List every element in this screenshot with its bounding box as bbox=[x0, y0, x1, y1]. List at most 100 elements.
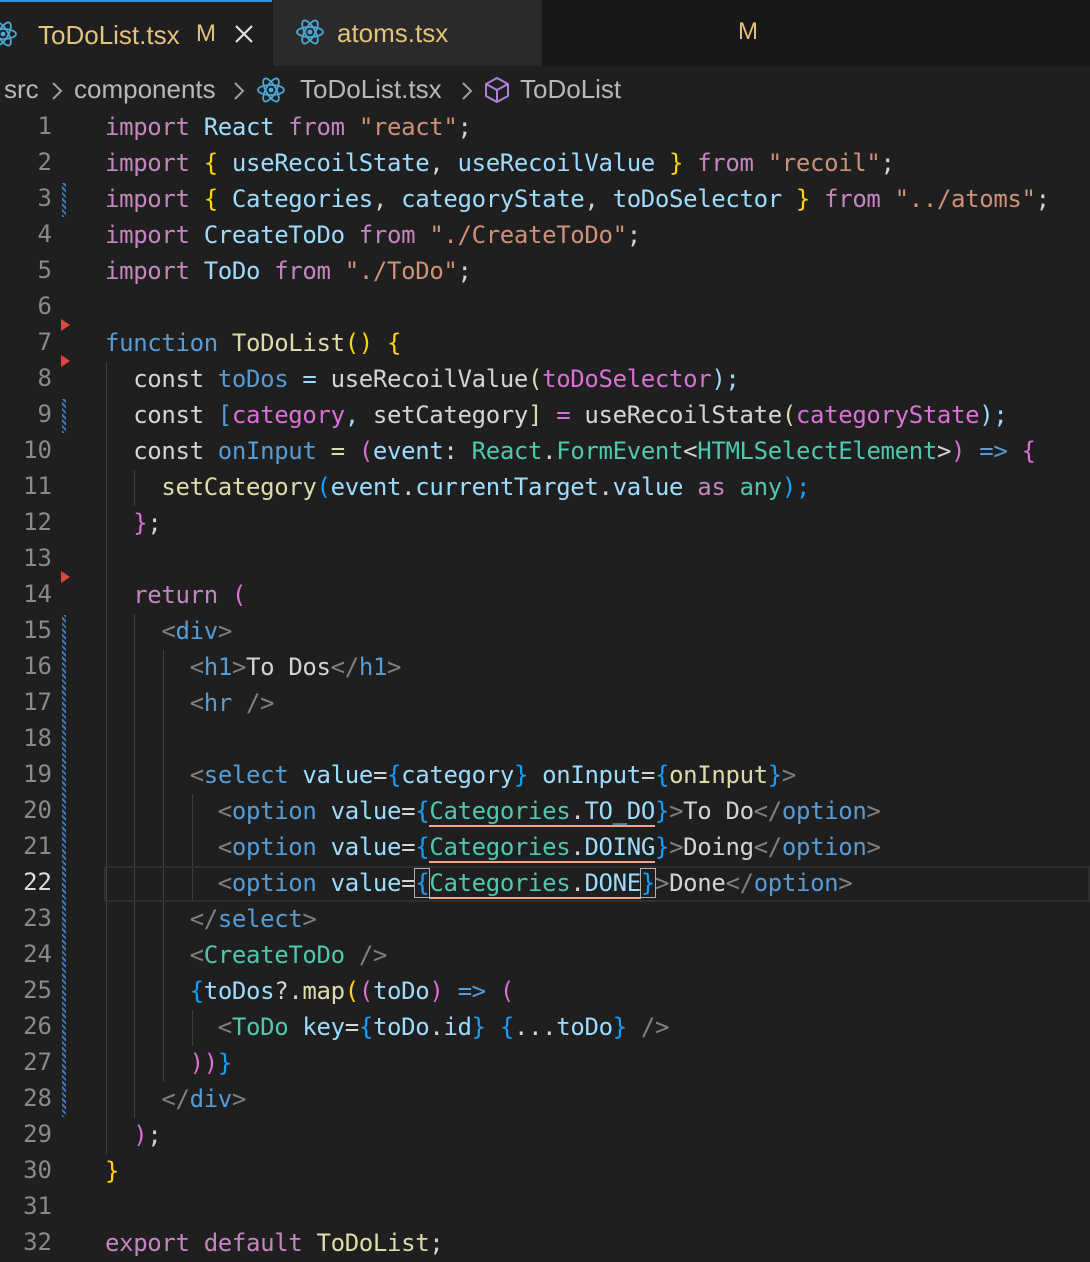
breadcrumb-components[interactable]: components bbox=[74, 74, 216, 105]
code-line[interactable]: 20 <option value={Categories.TO_DO}>To D… bbox=[0, 794, 1090, 830]
code-line[interactable]: 23 </select> bbox=[0, 902, 1090, 938]
tab-todolist[interactable]: ToDoList.tsx M bbox=[0, 0, 272, 66]
code-token: ( bbox=[344, 977, 359, 1005]
code-token: from bbox=[683, 149, 768, 177]
code-token: , bbox=[429, 149, 458, 177]
code-line[interactable]: 26 <ToDo key={toDo.id} {...toDo} /> bbox=[0, 1010, 1090, 1046]
modified-badge: M bbox=[196, 20, 216, 47]
tab-atoms[interactable]: atoms.tsx M bbox=[273, 0, 758, 66]
code-line[interactable]: 10 const onInput = (event: React.FormEve… bbox=[0, 434, 1090, 470]
code-token: } bbox=[133, 509, 148, 537]
code-line[interactable]: 12 }; bbox=[0, 506, 1090, 542]
code-line[interactable]: 30} bbox=[0, 1154, 1090, 1190]
code-line[interactable]: 14 return ( bbox=[0, 578, 1090, 614]
code-line[interactable]: 6 bbox=[0, 290, 1090, 326]
code-line[interactable]: 1 import React from "react"; bbox=[0, 110, 1090, 146]
code-token: < bbox=[161, 617, 176, 645]
code-token: < bbox=[217, 1013, 232, 1041]
code-token: id bbox=[443, 1013, 472, 1041]
code-token: } bbox=[654, 149, 684, 177]
code-line[interactable]: 3 import { Categories, categoryState, toD… bbox=[0, 182, 1090, 218]
line-number: 14 bbox=[23, 580, 52, 608]
code-token: ( bbox=[316, 473, 331, 501]
code-text: ))} bbox=[105, 1049, 233, 1077]
code-line[interactable]: 27 ))} bbox=[0, 1046, 1090, 1082]
code-token: , bbox=[372, 185, 402, 213]
code-text: setCategory(event.currentTarget.value as… bbox=[105, 473, 810, 501]
code-token: > bbox=[217, 617, 232, 645]
code-line[interactable]: 25 {toDos?.map((toDo) => ( bbox=[0, 974, 1090, 1010]
code-line[interactable]: 15 <div> bbox=[0, 614, 1090, 650]
code-line[interactable]: 17 <hr /> bbox=[0, 686, 1090, 722]
code-token: import bbox=[105, 113, 204, 141]
code-token: hr bbox=[203, 689, 233, 717]
code-token: toDo bbox=[556, 1013, 613, 1041]
breadcrumb-src[interactable]: src bbox=[4, 74, 39, 105]
code-text: <option value={Categories.TO_DO}>To Do</… bbox=[105, 797, 881, 827]
code-token: from bbox=[810, 185, 895, 213]
code-token: ; bbox=[147, 509, 162, 537]
code-token: { bbox=[1021, 437, 1036, 465]
code-line[interactable]: 9 const [category, setCategory] = useRec… bbox=[0, 398, 1090, 434]
code-line[interactable]: 13 bbox=[0, 542, 1090, 578]
line-number: 7 bbox=[37, 328, 52, 356]
close-icon[interactable] bbox=[232, 22, 256, 46]
code-line[interactable]: 31 bbox=[0, 1190, 1090, 1226]
breadcrumb-symbol[interactable]: ToDoList bbox=[520, 74, 621, 105]
code-token: > bbox=[936, 437, 952, 465]
code-line[interactable]: 18 bbox=[0, 722, 1090, 758]
code-token: { bbox=[414, 868, 431, 898]
code-token: toDos bbox=[203, 977, 275, 1005]
code-line[interactable]: 11 setCategory(event.currentTarget.value… bbox=[0, 470, 1090, 506]
code-token: /> bbox=[344, 941, 388, 969]
code-editor[interactable]: 1 import React from "react"; 2 import { use… bbox=[0, 110, 1090, 1262]
code-line[interactable]: 21 <option value={Categories.DOING}>Doin… bbox=[0, 830, 1090, 866]
react-icon bbox=[257, 77, 285, 103]
code-text: import ToDo from "./ToDo"; bbox=[105, 257, 472, 285]
code-token: ); bbox=[781, 473, 811, 501]
code-token: . bbox=[401, 473, 416, 501]
line-number: 17 bbox=[23, 688, 52, 716]
code-token: div bbox=[175, 617, 219, 645]
code-line[interactable]: 7 function ToDoList() { bbox=[0, 326, 1090, 362]
code-token: useRecoilValue bbox=[330, 365, 529, 393]
code-token: () bbox=[344, 329, 388, 357]
code-text: <option value={Categories.DONE}>Done</op… bbox=[105, 868, 853, 899]
code-line[interactable]: 22 <option value={Categories.DONE}>Done<… bbox=[0, 866, 1090, 902]
code-line[interactable]: 5 import ToDo from "./ToDo"; bbox=[0, 254, 1090, 290]
code-line[interactable]: 29 ); bbox=[0, 1118, 1090, 1154]
code-line[interactable]: 2 import { useRecoilState, useRecoilValue… bbox=[0, 146, 1090, 182]
code-token: toDo bbox=[372, 1013, 430, 1041]
code-token: ( bbox=[358, 977, 373, 1005]
breadcrumb-file[interactable]: ToDoList.tsx bbox=[300, 74, 442, 105]
code-token: </ bbox=[725, 869, 754, 897]
code-token: setCategory bbox=[372, 401, 528, 429]
code-token: </ bbox=[330, 653, 360, 681]
code-token: > bbox=[838, 869, 853, 897]
code-line[interactable]: 4 import CreateToDo from "./CreateToDo"; bbox=[0, 218, 1090, 254]
code-line[interactable]: 24 <CreateToDo /> bbox=[0, 938, 1090, 974]
code-line[interactable]: 28 </div> bbox=[0, 1082, 1090, 1118]
code-line[interactable]: 16 <h1>To Dos</h1> bbox=[0, 650, 1090, 686]
line-number: 24 bbox=[23, 940, 52, 968]
code-token: > bbox=[866, 797, 881, 825]
code-token: > bbox=[781, 761, 796, 789]
line-number: 10 bbox=[23, 436, 52, 464]
code-token: < bbox=[189, 689, 204, 717]
code-token: DOING bbox=[584, 833, 655, 863]
code-line[interactable]: 32 export default ToDoList; bbox=[0, 1226, 1090, 1262]
code-token: onInput bbox=[669, 761, 768, 789]
code-line[interactable]: 19 <select value={category} onInput={onI… bbox=[0, 758, 1090, 794]
code-token: [ bbox=[217, 401, 232, 429]
line-number: 32 bbox=[23, 1228, 52, 1256]
code-token: < bbox=[217, 797, 232, 825]
code-line[interactable]: 8 const toDos = useRecoilValue(toDoSelec… bbox=[0, 362, 1090, 398]
code-token: React bbox=[471, 437, 543, 465]
code-token: const bbox=[105, 401, 218, 429]
line-number: 21 bbox=[23, 832, 52, 860]
code-token: Done bbox=[669, 869, 726, 897]
